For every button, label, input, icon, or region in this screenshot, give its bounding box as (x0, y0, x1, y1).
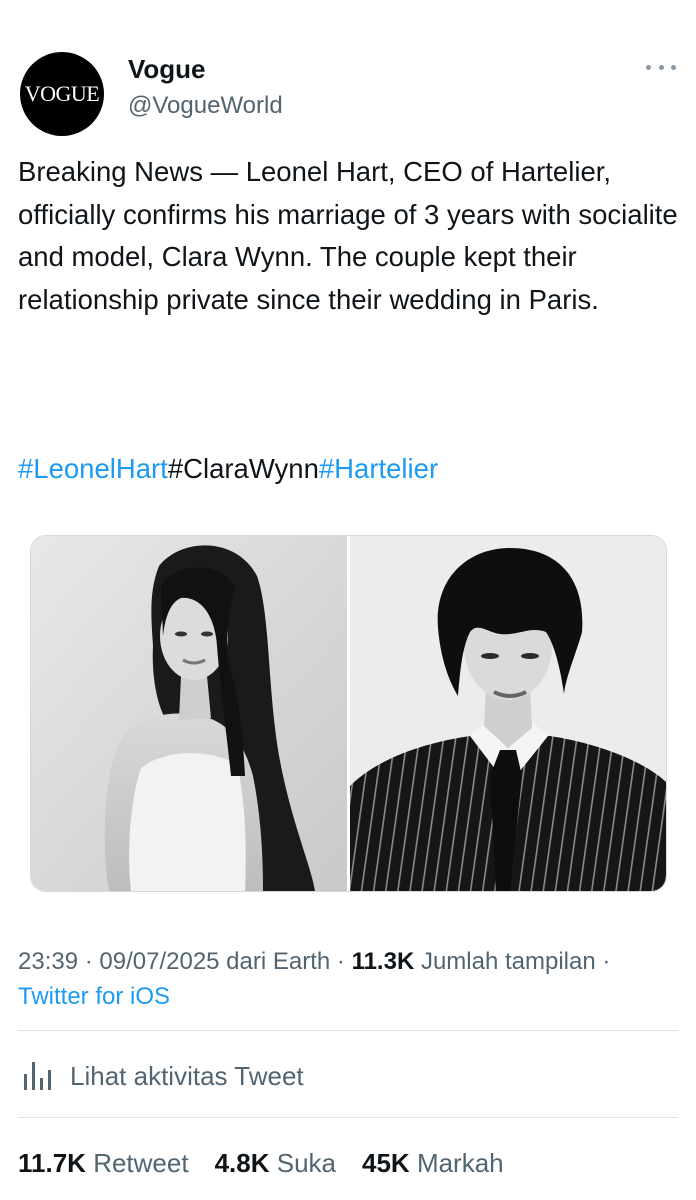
bookmark-stat[interactable]: 45K Markah (362, 1145, 504, 1181)
bookmark-count: 45K (362, 1148, 410, 1178)
tweet-location: dari Earth (219, 948, 331, 975)
source-app-link[interactable]: Twitter for iOS (18, 983, 170, 1010)
meta-separator: · (330, 948, 352, 975)
like-stat[interactable]: 4.8K Suka (215, 1145, 336, 1181)
photo-man[interactable] (350, 536, 666, 891)
avatar-logo-text: VOGUE (24, 81, 100, 106)
hashtag-text: #ClaraWynn (167, 453, 319, 484)
hashtag-link[interactable]: #LeonelHart (18, 453, 168, 484)
engagement-stats: 11.7K Retweet 4.8K Suka 45K Markah (18, 1145, 530, 1181)
more-options-icon[interactable] (646, 58, 676, 76)
meta-separator: · (595, 948, 611, 975)
bookmark-label: Markah (416, 1148, 504, 1178)
retweet-label: Retweet (93, 1148, 189, 1178)
tweet-time: 23:39 (18, 948, 79, 975)
analytics-bars-icon (18, 1058, 62, 1094)
like-label: Suka (276, 1148, 336, 1178)
display-name[interactable]: Vogue (128, 54, 206, 85)
hashtags: #LeonelHart#ClaraWynn#Hartelier (18, 449, 438, 489)
like-count: 4.8K (214, 1148, 270, 1178)
tweet-meta: 23:39 · 09/07/2025 dari Earth · 11.3K Ju… (18, 944, 668, 1014)
divider (18, 1030, 678, 1031)
activity-label: Lihat aktivitas Tweet (70, 1060, 304, 1091)
tweet-date: 09/07/2025 (99, 948, 220, 975)
photo-woman[interactable] (31, 536, 347, 891)
retweet-stat[interactable]: 11.7K Retweet (18, 1145, 189, 1181)
divider (18, 1117, 678, 1118)
avatar[interactable]: VOGUE (20, 52, 104, 136)
retweet-count: 11.7K (18, 1148, 86, 1178)
hashtag-link[interactable]: #Hartelier (319, 453, 438, 484)
meta-separator: · (78, 948, 100, 975)
user-handle[interactable]: @VogueWorld (128, 92, 283, 120)
media-grid (30, 535, 667, 892)
tweet-activity-link[interactable]: Lihat aktivitas Tweet (18, 1058, 304, 1094)
views-count: 11.3K (351, 948, 415, 975)
views-label: Jumlah tampilan (414, 948, 596, 975)
tweet-text: Breaking News — Leonel Hart, CEO of Hart… (18, 156, 678, 315)
tweet-header: VOGUE Vogue @VogueWorld (20, 52, 676, 136)
